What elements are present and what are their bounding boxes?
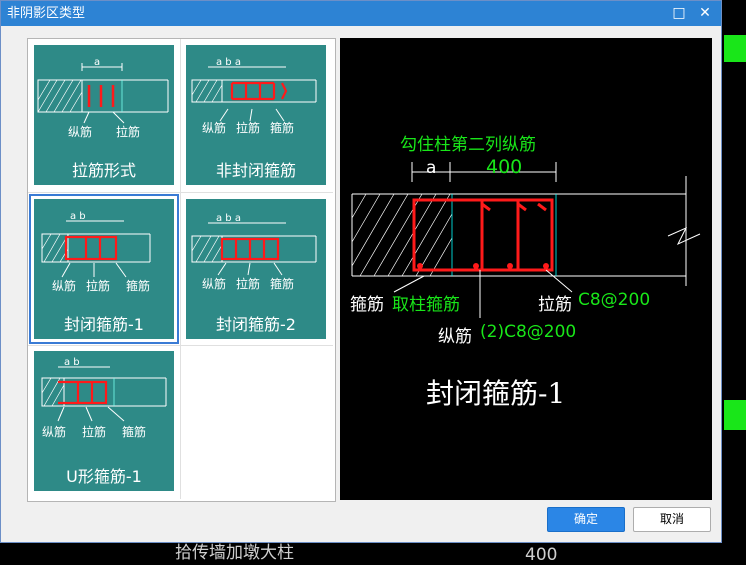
- dim-label: a b: [64, 357, 80, 368]
- grid-divider: [180, 39, 181, 499]
- preview-diagram: [351, 162, 701, 318]
- diagram-label-long: 纵筋: [52, 279, 77, 293]
- dim-label: a b a: [216, 57, 241, 68]
- option-title: 非封闭箍筋: [215, 161, 296, 180]
- tie-value: C8@200: [578, 290, 651, 310]
- diagram-label-tie: 拉筋: [82, 425, 107, 439]
- option-u-stirrup-1[interactable]: a b 纵筋 拉筋 箍筋 U形箍筋-1: [29, 346, 179, 496]
- option-title: 封闭箍筋-1: [64, 315, 144, 334]
- option-title: 封闭箍筋-2: [216, 315, 296, 334]
- diagram-label-stirrup: 箍筋: [270, 277, 295, 291]
- stirrup-value: 取柱箍筋: [392, 295, 460, 315]
- option-card: a b 纵筋 拉筋 箍筋 U形箍筋-1: [34, 351, 174, 491]
- option-card: a b 纵筋 拉筋 箍筋 封闭箍筋-1: [34, 199, 174, 339]
- tie-label: 拉筋: [538, 295, 572, 315]
- stirrup-label: 箍筋: [350, 295, 384, 315]
- grid-divider: [28, 345, 333, 346]
- diagram-label-long: 纵筋: [202, 121, 227, 135]
- dialog-window: 非阴影区类型 □ ✕ a 纵筋 拉筋 拉筋形式 a b a 纵筋 拉筋 箍筋 非…: [0, 0, 722, 543]
- option-open-stirrup[interactable]: a b a 纵筋 拉筋 箍筋 非封闭箍筋: [181, 40, 331, 190]
- maximize-icon[interactable]: □: [667, 1, 691, 26]
- diagram-label-stirrup: 箍筋: [122, 425, 147, 439]
- preview-pane: 勾住柱第二列纵筋 a 400 箍筋 取柱箍筋 拉筋 C8@200 纵筋 (2)C…: [340, 38, 712, 500]
- cancel-button[interactable]: 取消: [633, 507, 711, 532]
- closed-stirrup-2-diagram: [191, 222, 317, 276]
- dim-label: a: [94, 57, 101, 68]
- cad-green-strip-top: [724, 35, 746, 62]
- hook-note: 勾住柱第二列纵筋: [400, 135, 536, 155]
- dim-label: a b a: [216, 213, 241, 224]
- grid-divider: [28, 192, 333, 193]
- u-stirrup-1-diagram: [41, 366, 167, 422]
- option-card: a 纵筋 拉筋 拉筋形式: [34, 45, 174, 185]
- diagram-label-tie: 拉筋: [116, 125, 141, 139]
- diagram-label-long: 纵筋: [68, 125, 93, 139]
- option-card: a b a 纵筋 拉筋 箍筋 非封闭箍筋: [186, 45, 326, 185]
- title-bar[interactable]: 非阴影区类型 □ ✕: [1, 1, 721, 26]
- diagram-label-tie: 拉筋: [236, 277, 261, 291]
- dialog-title: 非阴影区类型: [7, 6, 86, 21]
- cad-text-right: 400: [525, 545, 558, 565]
- ok-button[interactable]: 确定: [547, 507, 625, 532]
- diagram-label-long: 纵筋: [42, 425, 67, 439]
- preview-title: 封闭箍筋-1: [426, 377, 566, 410]
- diagram-label-long: 纵筋: [202, 277, 227, 291]
- option-title: U形箍筋-1: [66, 467, 142, 486]
- close-icon[interactable]: ✕: [693, 1, 717, 26]
- dim-label: a b: [70, 211, 86, 222]
- diagram-label-stirrup: 箍筋: [270, 121, 295, 135]
- open-stirrup-diagram: [191, 66, 317, 122]
- option-title: 拉筋形式: [71, 161, 136, 180]
- option-gallery: a 纵筋 拉筋 拉筋形式 a b a 纵筋 拉筋 箍筋 非封闭箍筋 a b 纵筋…: [27, 38, 336, 502]
- diagram-label-tie: 拉筋: [86, 279, 111, 293]
- diagram-label-stirrup: 箍筋: [126, 279, 151, 293]
- cad-green-strip-bottom: [724, 400, 746, 430]
- long-bar-value: (2)C8@200: [480, 322, 577, 342]
- diagram-label-tie: 拉筋: [236, 121, 261, 135]
- option-tie-form[interactable]: a 纵筋 拉筋 拉筋形式: [29, 40, 179, 190]
- dim-b-label: 400: [486, 156, 523, 178]
- option-closed-stirrup-1[interactable]: a b 纵筋 拉筋 箍筋 封闭箍筋-1: [29, 194, 179, 344]
- tie-form-diagram: [37, 63, 169, 124]
- option-card: a b a 纵筋 拉筋 箍筋 封闭箍筋-2: [186, 199, 326, 339]
- option-closed-stirrup-2[interactable]: a b a 纵筋 拉筋 箍筋 封闭箍筋-2: [181, 194, 331, 344]
- long-bar-label: 纵筋: [438, 327, 472, 347]
- dim-a-label: a: [426, 158, 437, 178]
